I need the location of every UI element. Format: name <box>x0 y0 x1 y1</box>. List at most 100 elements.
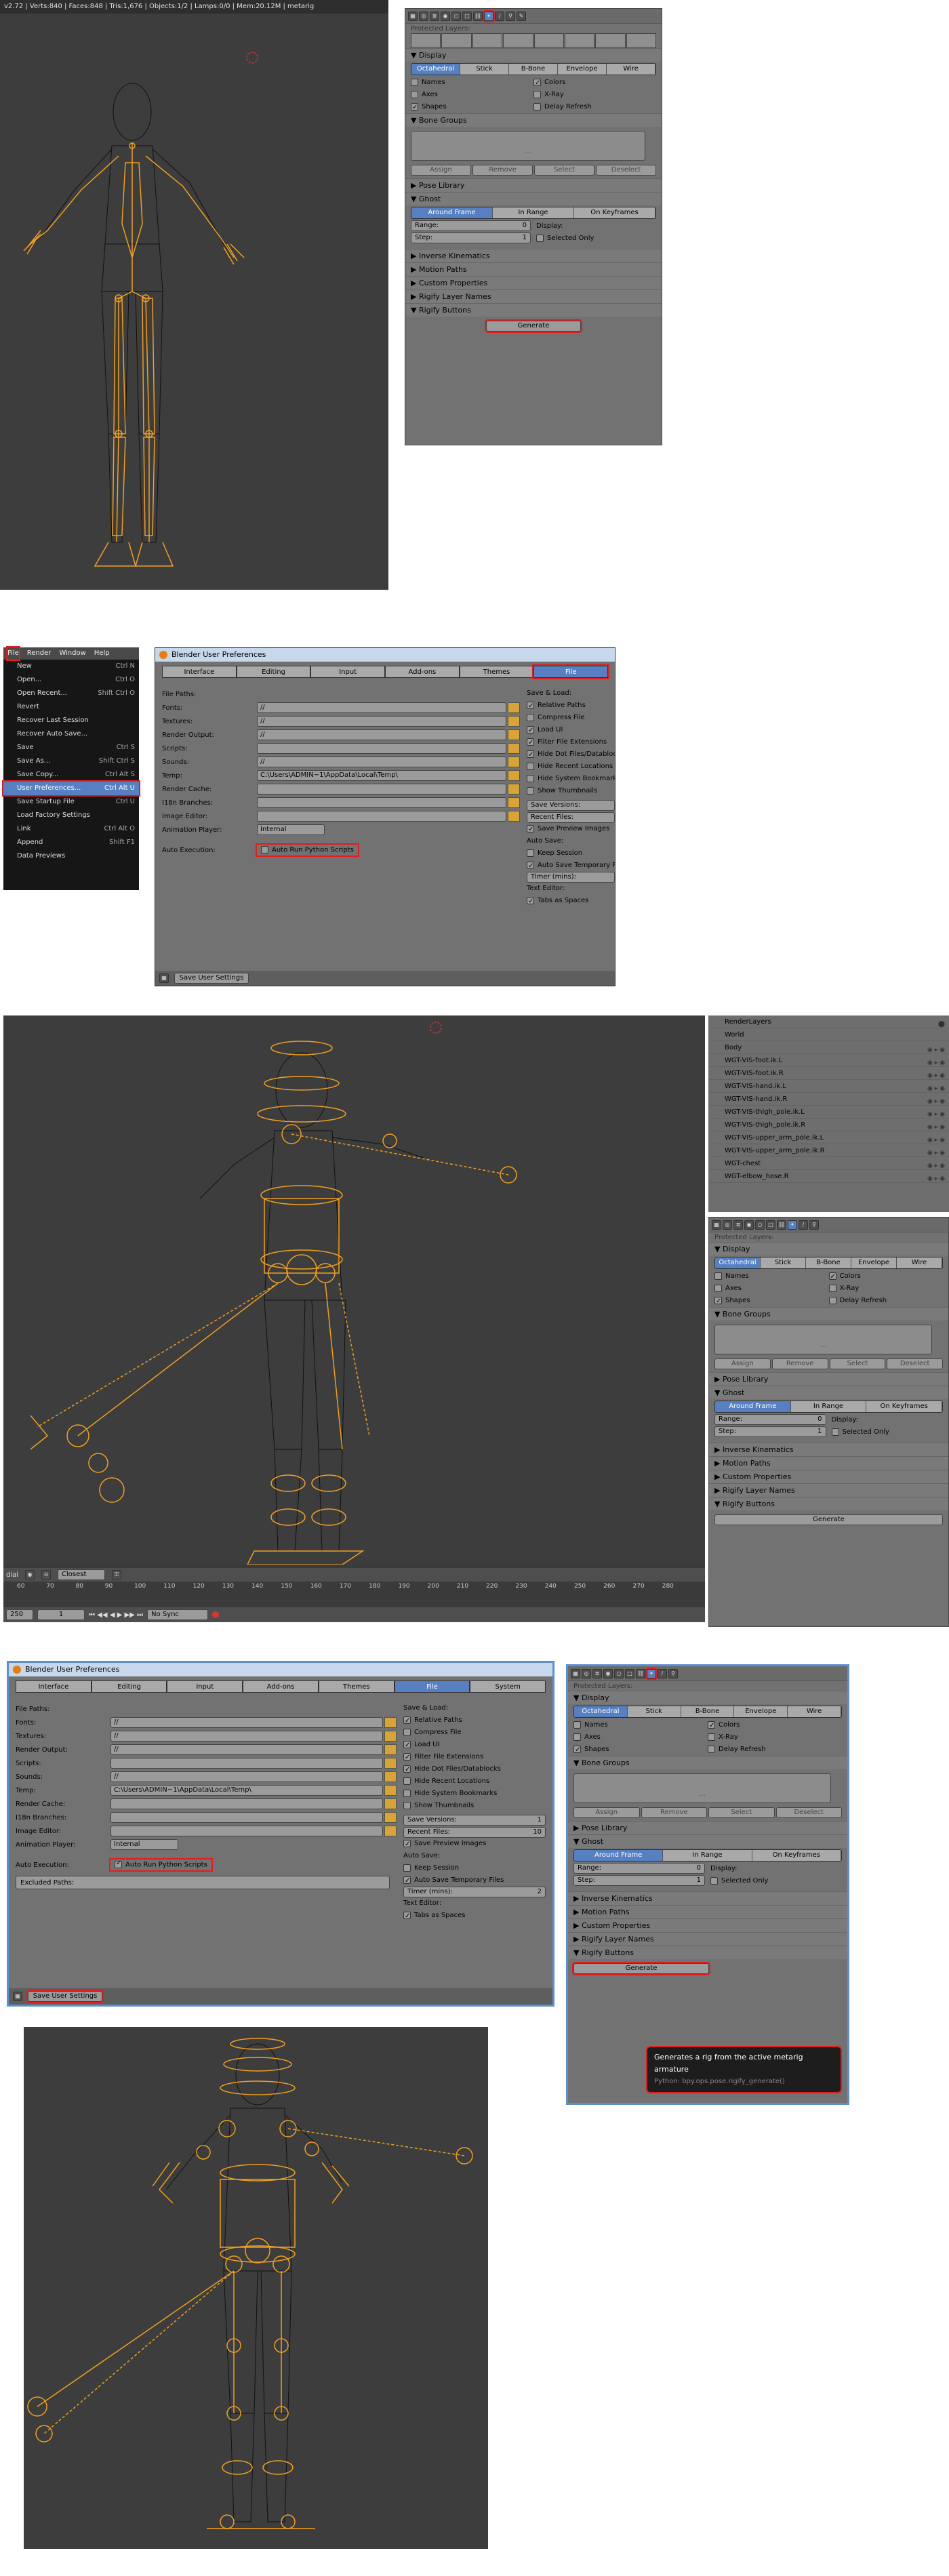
bone-groups-section[interactable]: ▼ Bone Groups <box>568 1756 847 1769</box>
timer-field[interactable]: Timer (mins): 2 <box>403 1887 546 1897</box>
folder-icon[interactable] <box>384 1731 397 1742</box>
viewport-2[interactable] <box>3 1015 705 1575</box>
outliner-row[interactable]: WGT-VIS-foot.ik.R ◉ ▸ ◉ <box>708 1067 949 1080</box>
layers-icon[interactable]: ≣ <box>592 1668 602 1678</box>
names-checkbox[interactable]: Names <box>573 1719 708 1731</box>
tab-addons[interactable]: Add-ons <box>243 1681 319 1693</box>
step-field[interactable]: Step: 1 <box>573 1875 705 1886</box>
ghost-on-keyframes[interactable]: On Keyframes <box>752 1850 841 1861</box>
ghost-around-frame[interactable]: Around Frame <box>715 1401 791 1412</box>
render-output-path[interactable]: // <box>110 1744 383 1755</box>
world-icon[interactable]: ○ <box>451 11 461 21</box>
mode-stick[interactable]: Stick <box>627 1706 681 1717</box>
tab-file[interactable]: File <box>394 1681 470 1693</box>
save-preview-checkbox[interactable]: Save Preview Images <box>527 823 615 836</box>
xray-checkbox[interactable]: X-Ray <box>708 1731 842 1744</box>
rigify-layer-names-section[interactable]: ▶ Rigify Layer Names <box>568 1932 847 1946</box>
remove-button[interactable]: Remove <box>771 1359 828 1369</box>
ghost-on-keyframes[interactable]: On Keyframes <box>574 207 655 218</box>
menu-item-recover-last[interactable]: Recover Last Session <box>3 714 139 727</box>
menu-item-save-startup[interactable]: Save Startup File Ctrl U <box>3 795 139 809</box>
ghost-section[interactable]: ▼ Ghost <box>709 1386 948 1399</box>
auto-save-temp-checkbox[interactable]: Auto Save Temporary Files <box>403 1874 546 1887</box>
folder-icon[interactable] <box>508 702 520 713</box>
tab-interface[interactable]: Interface <box>162 666 237 678</box>
playback-controls[interactable]: ⏮ ◀◀ ◀ ▶ ▶▶ ⏭ <box>89 1611 143 1619</box>
compress-file-checkbox[interactable]: Compress File <box>403 1727 546 1739</box>
record-icon[interactable] <box>212 1611 220 1618</box>
deselect-button[interactable]: Deselect <box>775 1807 842 1818</box>
tabs-as-spaces-checkbox[interactable]: Tabs as Spaces <box>403 1910 546 1923</box>
layer-grid[interactable] <box>405 33 662 48</box>
sync-select[interactable]: No Sync <box>147 1609 209 1620</box>
save-user-settings-button[interactable]: Save User Settings <box>174 973 249 984</box>
remove-button[interactable]: Remove <box>472 165 533 176</box>
file-menu-tab[interactable]: File <box>6 646 20 661</box>
delay-refresh-checkbox[interactable]: Delay Refresh <box>533 101 656 113</box>
range-field[interactable]: Range: 0 <box>714 1414 826 1425</box>
generate-button[interactable]: Generate <box>572 1962 710 1975</box>
editor-type-icon[interactable]: ▦ <box>13 1992 22 2001</box>
armature-data-icon[interactable]: ✦ <box>788 1220 797 1230</box>
render-cache-path[interactable] <box>257 784 506 794</box>
mode-envelope[interactable]: Envelope <box>558 64 607 75</box>
folder-icon[interactable] <box>508 797 520 808</box>
filter-ext-checkbox[interactable]: Filter File Extensions <box>403 1751 546 1764</box>
rigify-layer-names-section[interactable]: ▶ Rigify Layer Names <box>405 289 662 303</box>
save-versions-field[interactable]: Save Versions: 1 <box>403 1815 546 1826</box>
mode-envelope[interactable]: Envelope <box>851 1257 897 1268</box>
constraints-icon[interactable]: ⛓ <box>636 1668 645 1678</box>
mode-octahedral[interactable]: Octahedral <box>574 1706 628 1717</box>
assign-button[interactable]: Assign <box>411 165 471 176</box>
outliner-row[interactable]: RenderLayers ⬤ <box>708 1015 949 1028</box>
editor-type-icon[interactable]: ▦ <box>571 1668 580 1678</box>
rigify-buttons-section[interactable]: ▼ Rigify Buttons <box>709 1497 948 1510</box>
ghost-mode-selector[interactable]: Around Frame In Range On Keyframes <box>411 207 656 219</box>
i18n-path[interactable] <box>110 1812 383 1823</box>
tab-addons[interactable]: Add-ons <box>385 666 460 678</box>
load-ui-checkbox[interactable]: Load UI <box>403 1739 546 1752</box>
folder-icon[interactable] <box>384 1758 397 1769</box>
temp-path[interactable]: C:\Users\ADMIN~1\AppData\Local\Temp\ <box>257 770 506 781</box>
ghost-section[interactable]: ▼ Ghost <box>568 1834 847 1848</box>
shapes-checkbox[interactable]: Shapes <box>411 101 533 114</box>
keep-session-checkbox[interactable]: Keep Session <box>403 1862 546 1874</box>
rigify-layer-names-section[interactable]: ▶ Rigify Layer Names <box>709 1483 948 1497</box>
delay-refresh-checkbox[interactable]: Delay Refresh <box>708 1744 842 1756</box>
folder-icon[interactable] <box>384 1798 397 1809</box>
bone-groups-list[interactable]: ... <box>411 131 645 161</box>
show-thumbs-checkbox[interactable]: Show Thumbnails <box>403 1800 546 1812</box>
custom-props-section[interactable]: ▶ Custom Properties <box>709 1470 948 1483</box>
constraints-icon[interactable]: ⛓ <box>473 11 483 21</box>
hide-bookmarks-checkbox[interactable]: Hide System Bookmarks <box>527 773 615 785</box>
menu-item-recover-auto[interactable]: Recover Auto Save... <box>3 727 139 741</box>
outliner-row[interactable]: WGT-VIS-foot.ik.L ◉ ▸ ◉ <box>708 1054 949 1067</box>
scripts-path[interactable] <box>110 1758 383 1769</box>
render-icon[interactable]: ◎ <box>419 11 428 21</box>
ik-section[interactable]: ▶ Inverse Kinematics <box>568 1891 847 1905</box>
folder-icon[interactable] <box>384 1771 397 1782</box>
window-menu-tab[interactable]: Window <box>59 647 85 660</box>
colors-checkbox[interactable]: Colors <box>533 77 656 89</box>
mode-octahedral[interactable]: Octahedral <box>715 1257 761 1268</box>
axes-checkbox[interactable]: Axes <box>573 1731 708 1744</box>
selected-only-checkbox[interactable]: Selected Only <box>710 1875 842 1887</box>
tab-themes[interactable]: Themes <box>318 1681 395 1693</box>
tab-editing[interactable]: Editing <box>91 1681 167 1693</box>
pose-library-section[interactable]: ▶ Pose Library <box>405 178 662 192</box>
outliner-row[interactable]: WGT-VIS-thigh_pole.ik.R ◉ ▸ ◉ <box>708 1119 949 1131</box>
layers-icon[interactable]: ≣ <box>430 11 439 21</box>
mode-envelope[interactable]: Envelope <box>734 1706 788 1717</box>
viewport-3[interactable] <box>24 2027 488 2549</box>
render-icon[interactable]: ◎ <box>723 1220 732 1230</box>
bone-groups-section[interactable]: ▼ Bone Groups <box>709 1307 948 1321</box>
outliner-row[interactable]: WGT-elbow_hose.R ◉ ▸ ◉ <box>708 1170 949 1183</box>
mode-wire[interactable]: Wire <box>607 64 655 75</box>
world-icon[interactable]: ○ <box>755 1220 765 1230</box>
mode-bbone[interactable]: B-Bone <box>806 1257 851 1268</box>
generate-button[interactable]: Generate <box>714 1514 943 1525</box>
menu-item-link[interactable]: Link Ctrl Alt O <box>3 822 139 836</box>
folder-icon[interactable] <box>508 743 520 754</box>
display-mode-selector[interactable]: Octahedral Stick B-Bone Envelope Wire <box>714 1257 943 1269</box>
folder-icon[interactable] <box>384 1717 397 1728</box>
